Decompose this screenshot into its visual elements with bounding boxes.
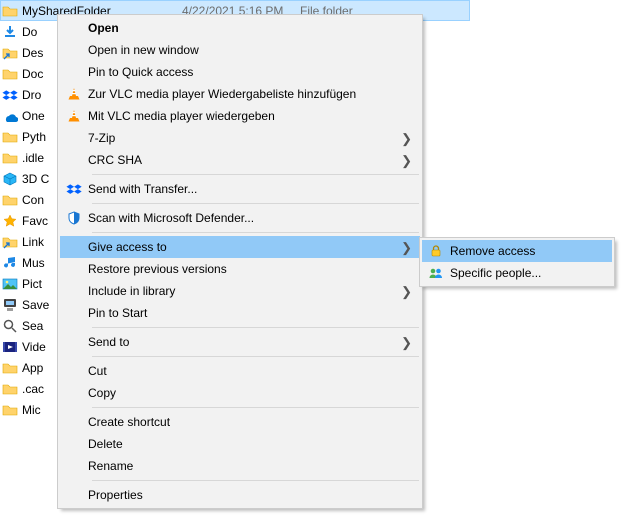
vlc-icon — [60, 86, 88, 102]
menu-separator — [92, 407, 419, 408]
menu-item-label: Pin to Start — [88, 306, 420, 320]
menu-item[interactable]: Cut — [60, 360, 420, 382]
menu-item-label: Delete — [88, 437, 420, 451]
menu-item-label: CRC SHA — [88, 153, 420, 167]
folder-icon — [2, 3, 18, 19]
submenu-item[interactable]: Remove access — [422, 240, 612, 262]
menu-item[interactable]: 7-Zip❯ — [60, 127, 420, 149]
folder-icon — [2, 192, 18, 208]
menu-item[interactable]: CRC SHA❯ — [60, 149, 420, 171]
menu-separator — [92, 203, 419, 204]
dropbox-icon — [60, 181, 88, 197]
menu-item[interactable]: Mit VLC media player wiedergeben — [60, 105, 420, 127]
menu-item[interactable]: Rename — [60, 455, 420, 477]
folder-icon — [2, 66, 18, 82]
dropbox-icon — [2, 87, 18, 103]
folder-icon — [2, 150, 18, 166]
menu-item[interactable]: Properties — [60, 484, 420, 506]
menu-item-label: Copy — [88, 386, 420, 400]
folder-icon — [2, 402, 18, 418]
box3d-icon — [2, 171, 18, 187]
menu-item-label: Zur VLC media player Wiedergabeliste hin… — [88, 87, 420, 101]
menu-item[interactable]: Scan with Microsoft Defender... — [60, 207, 420, 229]
folder-icon — [2, 129, 18, 145]
menu-item-label: Open — [88, 21, 420, 35]
menu-item-label: Pin to Quick access — [88, 65, 420, 79]
menu-separator — [92, 480, 419, 481]
menu-item-label: Open in new window — [88, 43, 420, 57]
menu-item-label: Rename — [88, 459, 420, 473]
menu-item[interactable]: Send to❯ — [60, 331, 420, 353]
menu-item[interactable]: Zur VLC media player Wiedergabeliste hin… — [60, 83, 420, 105]
menu-item[interactable]: Pin to Start — [60, 302, 420, 324]
menu-item-label: Send to — [88, 335, 420, 349]
pictures-icon — [2, 276, 18, 292]
menu-item-label: 7-Zip — [88, 131, 420, 145]
menu-item-label: Cut — [88, 364, 420, 378]
menu-separator — [92, 327, 419, 328]
menu-separator — [92, 174, 419, 175]
defender-icon — [60, 210, 88, 226]
chevron-right-icon: ❯ — [401, 284, 412, 300]
context-menu: Open Open in new window Pin to Quick acces… — [57, 14, 423, 509]
menu-item-label: Give access to — [88, 240, 420, 254]
saved-icon — [2, 297, 18, 313]
menu-item-label: Send with Transfer... — [88, 182, 420, 196]
menu-item-label: Mit VLC media player wiedergeben — [88, 109, 420, 123]
menu-item[interactable]: Restore previous versions — [60, 258, 420, 280]
vlc-icon — [60, 108, 88, 124]
search-icon — [2, 318, 18, 334]
menu-item-label: Properties — [88, 488, 420, 502]
download-blue-icon — [2, 24, 18, 40]
menu-item-label: Include in library — [88, 284, 420, 298]
chevron-right-icon: ❯ — [401, 240, 412, 256]
menu-item[interactable]: Send with Transfer... — [60, 178, 420, 200]
explorer-area: MySharedFolder 4/22/2021 5:16 PM File fo… — [0, 0, 642, 525]
menu-item[interactable]: Pin to Quick access — [60, 61, 420, 83]
menu-item-label: Scan with Microsoft Defender... — [88, 211, 420, 225]
folder-link-icon — [2, 234, 18, 250]
context-submenu: Remove access Specific people... — [419, 237, 615, 287]
folder-icon — [2, 360, 18, 376]
onedrive-icon — [2, 108, 18, 124]
chevron-right-icon: ❯ — [401, 335, 412, 351]
video-icon — [2, 339, 18, 355]
menu-item[interactable]: Include in library❯ — [60, 280, 420, 302]
folder-icon — [2, 381, 18, 397]
folder-link-icon — [2, 45, 18, 61]
menu-separator — [92, 232, 419, 233]
chevron-right-icon: ❯ — [401, 131, 412, 147]
submenu-item-label: Remove access — [450, 244, 612, 258]
menu-item[interactable]: Create shortcut — [60, 411, 420, 433]
menu-item[interactable]: Give access to❯ — [60, 236, 420, 258]
lock-icon — [422, 243, 450, 259]
people-icon — [422, 265, 450, 281]
menu-item-label: Restore previous versions — [88, 262, 420, 276]
music-icon — [2, 255, 18, 271]
menu-item[interactable]: Open — [60, 17, 420, 39]
submenu-item[interactable]: Specific people... — [422, 262, 612, 284]
menu-item[interactable]: Copy — [60, 382, 420, 404]
chevron-right-icon: ❯ — [401, 153, 412, 169]
menu-separator — [92, 356, 419, 357]
star-icon — [2, 213, 18, 229]
menu-item[interactable]: Delete — [60, 433, 420, 455]
menu-item[interactable]: Open in new window — [60, 39, 420, 61]
submenu-item-label: Specific people... — [450, 266, 612, 280]
menu-item-label: Create shortcut — [88, 415, 420, 429]
